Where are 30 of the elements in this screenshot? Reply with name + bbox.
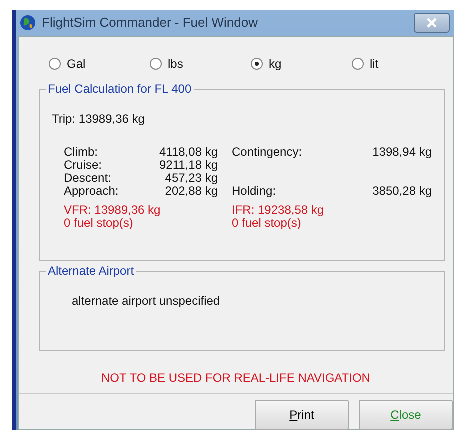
ifr-total: IFR: 19238,58 kg [232, 204, 326, 217]
fuel-label: Contingency: [232, 146, 304, 159]
fuel-value: 9211,18 kg [158, 159, 218, 172]
globe-icon [20, 15, 36, 31]
fuel-value: 1398,94 kg [372, 146, 432, 159]
unit-radio[interactable]: lbs [150, 55, 251, 73]
unit-radio[interactable]: kg [251, 55, 352, 73]
dialog-button[interactable]: Print [255, 400, 349, 430]
unit-radio[interactable]: lit [352, 55, 453, 73]
unit-radio[interactable]: Gal [49, 55, 150, 73]
group-title: Alternate Airport [46, 264, 136, 278]
fuel-label: Holding: [232, 185, 278, 198]
fuel-label: Climb: [64, 146, 100, 159]
dialog-button[interactable]: Close [359, 400, 453, 430]
fuel-label: Descent: [64, 172, 112, 185]
fuel-label: Approach: [64, 185, 120, 198]
fuel-value: 3850,28 kg [372, 185, 432, 198]
fuel-stops-text: 0 fuel stop(s) [232, 217, 302, 230]
warning-text: NOT TO BE USED FOR REAL-LIFE NAVIGATION [100, 370, 372, 387]
fuel-label: Cruise: [64, 159, 104, 172]
trip-text: Trip: 13989,36 kg [52, 111, 146, 128]
window-title: FlightSim Commander - Fuel Window [42, 14, 258, 32]
fuel-value: 202,88 kg [164, 185, 218, 198]
close-icon[interactable] [414, 13, 450, 33]
vfr-total: VFR: 13989,36 kg [64, 204, 162, 217]
group-title: Fuel Calculation for FL 400 [46, 82, 194, 96]
alternate-airport-text: alternate airport unspecified [72, 293, 222, 310]
fuel-value: 4118,08 kg [158, 146, 218, 159]
fuel-stops-text: 0 fuel stop(s) [64, 217, 134, 230]
fuel-value: 457,23 kg [164, 172, 218, 185]
